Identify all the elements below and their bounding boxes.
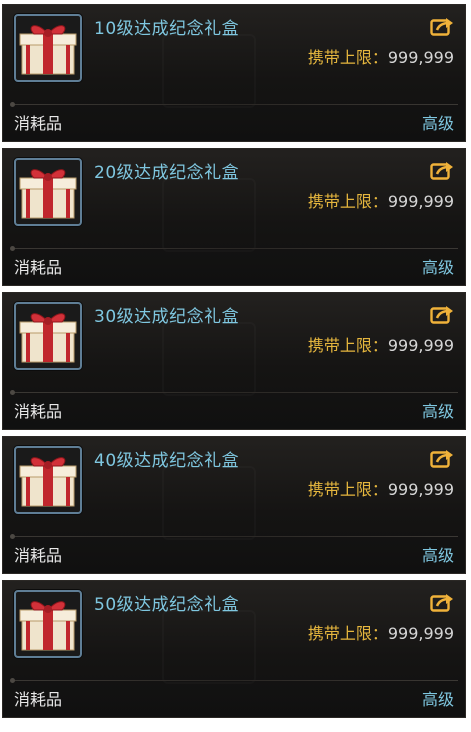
divider [10,678,458,683]
share-arrow-icon[interactable] [430,304,454,324]
item-name: 50级达成纪念礼盒 [94,595,240,615]
item-name: 20级达成纪念礼盒 [94,163,240,183]
carry-limit-label: 携带上限： [307,48,388,67]
share-arrow-icon[interactable] [430,592,454,612]
item-type: 消耗品 [14,114,63,133]
share-arrow-icon[interactable] [430,16,454,36]
item-card[interactable]: 10级达成纪念礼盒 携带上限：999,999 消耗品 高级 [2,4,466,142]
carry-limit-value: 999,999 [387,48,454,67]
carry-limit-label: 携带上限： [307,624,388,643]
item-name: 30级达成纪念礼盒 [94,307,240,327]
divider [10,534,458,539]
item-grade: 高级 [421,258,454,277]
gift-box-icon[interactable] [14,302,82,370]
carry-limit: 携带上限：999,999 [308,332,454,356]
carry-limit-value: 999,999 [387,480,454,499]
carry-limit-value: 999,999 [387,336,454,355]
share-arrow-icon[interactable] [430,160,454,180]
item-grade: 高级 [421,690,454,709]
item-type: 消耗品 [14,546,63,565]
item-grade: 高级 [421,546,454,565]
item-card-list: 10级达成纪念礼盒 携带上限：999,999 消耗品 高级 20级达成纪念礼盒 … [0,0,471,732]
gift-box-icon[interactable] [14,14,82,82]
item-type: 消耗品 [14,690,63,709]
item-card[interactable]: 50级达成纪念礼盒 携带上限：999,999 消耗品 高级 [2,580,466,718]
item-card[interactable]: 30级达成纪念礼盒 携带上限：999,999 消耗品 高级 [2,292,466,430]
carry-limit-label: 携带上限： [307,192,388,211]
item-type: 消耗品 [14,258,63,277]
item-type: 消耗品 [14,402,63,421]
item-name: 40级达成纪念礼盒 [94,451,240,471]
divider [10,246,458,251]
carry-limit-value: 999,999 [387,192,454,211]
item-name: 10级达成纪念礼盒 [94,19,240,39]
carry-limit: 携带上限：999,999 [308,44,454,68]
item-grade: 高级 [421,402,454,421]
item-card[interactable]: 20级达成纪念礼盒 携带上限：999,999 消耗品 高级 [2,148,466,286]
gift-box-icon[interactable] [14,446,82,514]
gift-box-icon[interactable] [14,158,82,226]
gift-box-icon[interactable] [14,590,82,658]
divider [10,102,458,107]
carry-limit-value: 999,999 [387,624,454,643]
item-grade: 高级 [421,114,454,133]
item-card[interactable]: 40级达成纪念礼盒 携带上限：999,999 消耗品 高级 [2,436,466,574]
divider [10,390,458,395]
carry-limit: 携带上限：999,999 [308,476,454,500]
carry-limit-label: 携带上限： [307,336,388,355]
carry-limit: 携带上限：999,999 [308,188,454,212]
carry-limit-label: 携带上限： [307,480,388,499]
carry-limit: 携带上限：999,999 [308,620,454,644]
share-arrow-icon[interactable] [430,448,454,468]
